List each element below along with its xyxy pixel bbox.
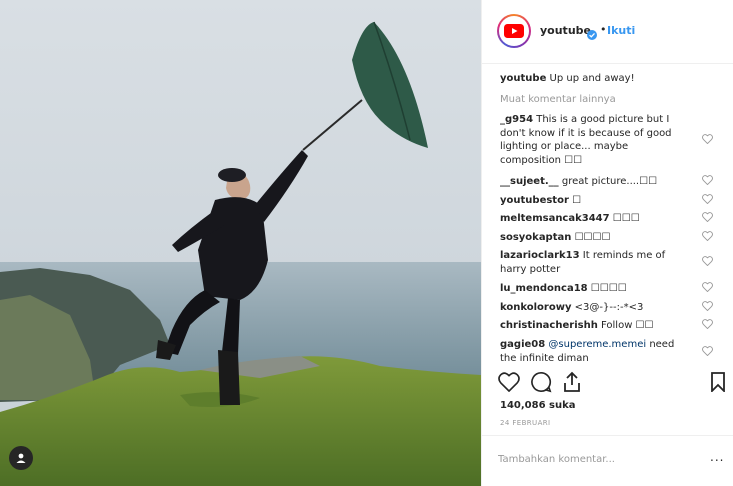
comment-item: __sujeet.__ great picture....☐☐ bbox=[500, 175, 690, 189]
heart-small-icon[interactable] bbox=[702, 212, 713, 227]
comment-text: Follow ☐☐ bbox=[601, 320, 654, 331]
comment-item: konkolorowy <3@-}--:-*<3 bbox=[500, 301, 690, 315]
heart-small-icon[interactable] bbox=[702, 194, 713, 209]
comment-text: ☐☐☐☐ bbox=[590, 283, 627, 294]
heart-small-icon[interactable] bbox=[702, 175, 713, 190]
comment-item: _g954 This is a good picture but I don't… bbox=[500, 113, 690, 167]
comment-item: lazarioclark13 It reminds me of harry po… bbox=[500, 249, 690, 276]
add-comment-input[interactable] bbox=[498, 451, 688, 467]
more-options-icon[interactable]: ... bbox=[710, 450, 724, 464]
heart-small-icon[interactable] bbox=[702, 134, 713, 149]
likes-count[interactable]: 140,086 suka bbox=[500, 400, 576, 411]
share-icon[interactable] bbox=[562, 371, 582, 397]
comment-text: ☐ bbox=[572, 195, 582, 206]
caption: youtube Up up and away! bbox=[500, 72, 690, 86]
post-date[interactable]: 24 FEBRUARI bbox=[500, 419, 551, 427]
user-tag-icon[interactable] bbox=[9, 446, 33, 470]
add-comment-bar: ... bbox=[482, 435, 733, 486]
comment-item: lu_mendonca18 ☐☐☐☐ bbox=[500, 282, 690, 296]
instagram-post: youtube • Ikuti youtube Up up and away! … bbox=[0, 0, 733, 486]
heart-small-icon[interactable] bbox=[702, 301, 713, 316]
avatar[interactable] bbox=[497, 14, 531, 48]
comment-username[interactable]: __sujeet.__ bbox=[500, 176, 559, 187]
post-sidebar: youtube • Ikuti youtube Up up and away! … bbox=[481, 0, 733, 486]
comment-item: sosyokaptan ☐☐☐☐ bbox=[500, 231, 690, 245]
comment-username[interactable]: _g954 bbox=[500, 114, 533, 125]
follow-button[interactable]: Ikuti bbox=[607, 24, 635, 37]
comment-icon[interactable] bbox=[530, 371, 552, 397]
comment-text: ☐☐☐☐ bbox=[574, 232, 611, 243]
verified-badge-icon bbox=[587, 25, 597, 44]
youtube-logo-icon bbox=[499, 16, 529, 46]
comment-username[interactable]: lu_mendonca18 bbox=[500, 283, 588, 294]
heart-small-icon[interactable] bbox=[702, 282, 713, 297]
caption-text: Up up and away! bbox=[549, 73, 635, 84]
comment-item: gagie08 @supereme.memei need the infinit… bbox=[500, 338, 690, 365]
caption-username[interactable]: youtube bbox=[500, 73, 546, 84]
heart-small-icon[interactable] bbox=[702, 256, 713, 271]
heart-small-icon[interactable] bbox=[702, 346, 713, 361]
header-separator: • bbox=[600, 23, 607, 36]
comment-username[interactable]: sosyokaptan bbox=[500, 232, 571, 243]
post-photo[interactable] bbox=[0, 0, 481, 486]
bookmark-icon[interactable] bbox=[710, 372, 726, 396]
photo-illustration bbox=[0, 0, 481, 486]
comment-text: ☐☐☐ bbox=[612, 213, 640, 224]
comment-username[interactable]: lazarioclark13 bbox=[500, 250, 580, 261]
username-link[interactable]: youtube bbox=[540, 24, 591, 37]
comment-text: great picture....☐☐ bbox=[561, 176, 658, 187]
load-more-comments[interactable]: Muat komentar lainnya bbox=[500, 93, 616, 107]
comment-item: christinacherishh Follow ☐☐ bbox=[500, 319, 690, 333]
comment-item: youtubestor ☐ bbox=[500, 194, 690, 208]
comment-text: <3@-}--:-*<3 bbox=[574, 302, 644, 313]
comment-username[interactable]: meltemsancak3447 bbox=[500, 213, 610, 224]
comment-username[interactable]: youtubestor bbox=[500, 195, 569, 206]
post-header: youtube • Ikuti bbox=[482, 0, 733, 64]
heart-icon[interactable] bbox=[498, 372, 520, 396]
heart-small-icon[interactable] bbox=[702, 319, 713, 334]
comment-username[interactable]: gagie08 bbox=[500, 339, 545, 350]
comment-username[interactable]: christinacherishh bbox=[500, 320, 598, 331]
comment-item: meltemsancak3447 ☐☐☐ bbox=[500, 212, 690, 226]
comment-mention[interactable]: @supereme.memei bbox=[548, 339, 646, 350]
heart-small-icon[interactable] bbox=[702, 231, 713, 246]
comment-username[interactable]: konkolorowy bbox=[500, 302, 571, 313]
